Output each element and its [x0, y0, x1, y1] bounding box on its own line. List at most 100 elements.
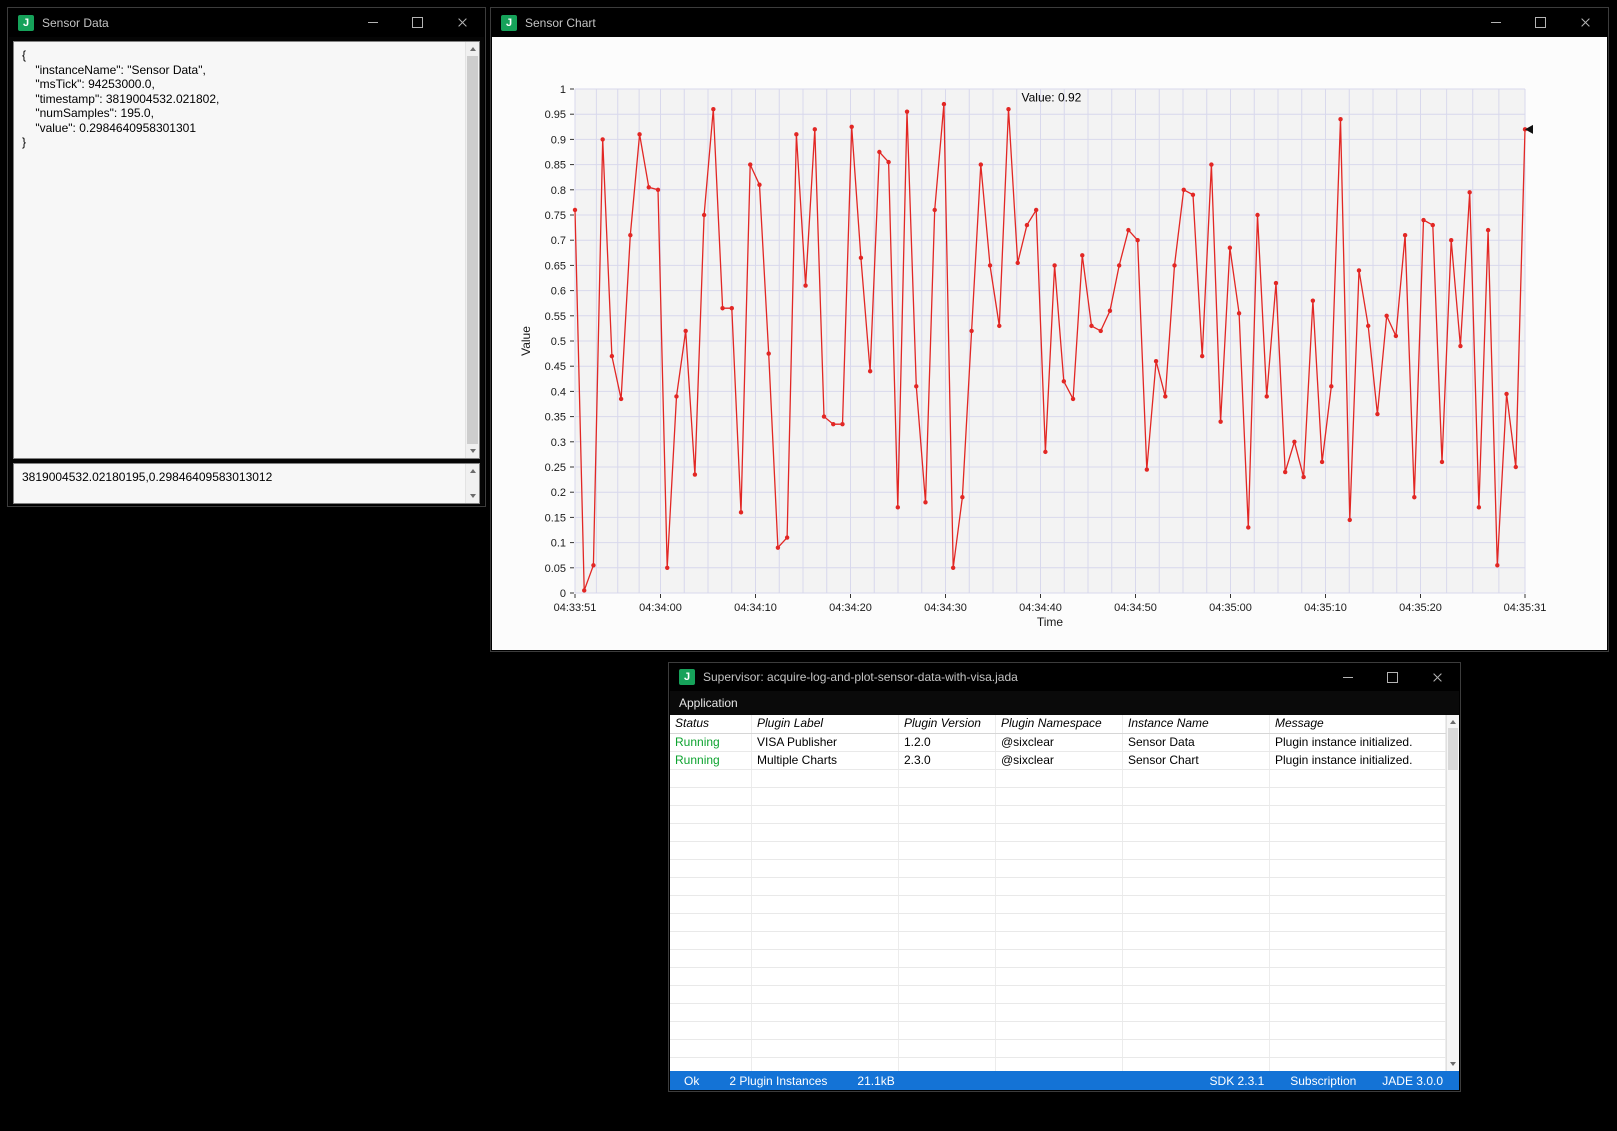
table-cell	[1123, 806, 1270, 823]
scroll-thumb[interactable]	[467, 56, 478, 444]
window-sensor-data: J Sensor Data { "instanceName": "Sensor …	[7, 7, 486, 507]
table-row[interactable]	[670, 878, 1446, 896]
column-header[interactable]: Instance Name	[1123, 715, 1270, 733]
table-cell	[1270, 950, 1446, 967]
table-cell	[996, 878, 1123, 895]
json-line: "numSamples": 195.0,	[22, 106, 460, 121]
y-tick-label: 0	[560, 588, 566, 600]
x-tick-label: 04:33:51	[554, 602, 597, 614]
table-row[interactable]	[670, 896, 1446, 914]
table-cell	[996, 806, 1123, 823]
table-row[interactable]	[670, 1040, 1446, 1058]
table-cell	[899, 1022, 996, 1039]
table-cell	[996, 986, 1123, 1003]
table-row[interactable]	[670, 860, 1446, 878]
minimize-button[interactable]	[350, 8, 395, 37]
maximize-button[interactable]	[395, 8, 440, 37]
latest-value-cursor-icon	[1525, 125, 1533, 134]
maximize-button[interactable]	[1518, 8, 1563, 37]
titlebar-sensor-data[interactable]: J Sensor Data	[8, 8, 485, 37]
minimize-icon	[1343, 677, 1353, 678]
scroll-thumb[interactable]	[1448, 728, 1458, 770]
maximize-button[interactable]	[1370, 663, 1415, 691]
table-row[interactable]	[670, 968, 1446, 986]
y-tick-label: 0.1	[551, 538, 566, 550]
app-icon-letter: J	[23, 17, 29, 29]
json-text: { "instanceName": "Sensor Data", "msTick…	[14, 42, 464, 458]
table-row[interactable]	[670, 770, 1446, 788]
scroll-up-icon[interactable]	[466, 464, 479, 478]
table-row[interactable]: RunningMultiple Charts2.3.0@sixclearSens…	[670, 752, 1446, 770]
x-tick-label: 04:35:00	[1209, 602, 1252, 614]
table-cell	[899, 1004, 996, 1021]
x-tick-label: 04:34:10	[734, 602, 777, 614]
table-cell	[996, 824, 1123, 841]
table-row[interactable]	[670, 842, 1446, 860]
status-cell	[670, 1040, 752, 1057]
table-row[interactable]	[670, 950, 1446, 968]
table-cell	[752, 824, 899, 841]
status-cell	[670, 1022, 752, 1039]
table-row[interactable]	[670, 788, 1446, 806]
table-cell	[996, 1040, 1123, 1057]
close-button[interactable]	[1415, 663, 1460, 691]
table-cell	[1123, 950, 1270, 967]
scroll-down-icon[interactable]	[466, 489, 479, 503]
supervisor-status-bar: Ok 2 Plugin Instances 21.1kB SDK 2.3.1 S…	[670, 1071, 1459, 1090]
table-cell	[752, 986, 899, 1003]
status-cell	[670, 986, 752, 1003]
table-cell	[1123, 1022, 1270, 1039]
y-tick-label: 0.5	[551, 336, 566, 348]
table-cell	[1123, 986, 1270, 1003]
column-header[interactable]: Status	[670, 715, 752, 733]
table-cell	[899, 860, 996, 877]
table-row[interactable]	[670, 932, 1446, 950]
scroll-up-icon[interactable]	[466, 42, 479, 56]
table-row[interactable]	[670, 1058, 1446, 1071]
y-tick-label: 0.7	[551, 235, 566, 247]
table-row[interactable]	[670, 824, 1446, 842]
column-header[interactable]: Plugin Version	[899, 715, 996, 733]
column-header[interactable]: Message	[1270, 715, 1446, 733]
table-scrollbar[interactable]	[1446, 715, 1459, 1071]
json-line: "msTick": 94253000.0,	[22, 77, 460, 92]
status-cell	[670, 968, 752, 985]
table-cell	[752, 878, 899, 895]
table-row[interactable]	[670, 914, 1446, 932]
window-sensor-chart: J Sensor Chart 00.050.10.150.20.250.30.3…	[490, 7, 1609, 652]
minimize-icon	[1491, 22, 1501, 23]
scroll-up-icon[interactable]	[1447, 715, 1459, 729]
table-row[interactable]	[670, 1022, 1446, 1040]
status-jade-version: JADE 3.0.0	[1382, 1074, 1443, 1088]
close-button[interactable]	[440, 8, 485, 37]
status-cell	[670, 1004, 752, 1021]
scroll-down-icon[interactable]	[1447, 1057, 1459, 1071]
jade-app-icon: J	[679, 669, 695, 685]
status-ok: Ok	[684, 1074, 699, 1088]
titlebar-supervisor[interactable]: J Supervisor: acquire-log-and-plot-senso…	[669, 663, 1460, 691]
column-header[interactable]: Plugin Label	[752, 715, 899, 733]
status-cell	[670, 788, 752, 805]
sensor-value-chart[interactable]: 00.050.10.150.20.250.30.350.40.450.50.55…	[492, 37, 1609, 652]
titlebar-sensor-chart[interactable]: J Sensor Chart	[491, 8, 1608, 37]
minimize-button[interactable]	[1325, 663, 1370, 691]
table-cell	[1270, 986, 1446, 1003]
close-button[interactable]	[1563, 8, 1608, 37]
log-view-pane[interactable]: 3819004532.02180195,0.29846409583013012	[13, 463, 480, 504]
column-header[interactable]: Plugin Namespace	[996, 715, 1123, 733]
table-row[interactable]	[670, 806, 1446, 824]
scroll-down-icon[interactable]	[466, 444, 479, 458]
table-cell	[752, 1058, 899, 1071]
status-cell	[670, 824, 752, 841]
table-cell	[996, 932, 1123, 949]
log-scrollbar[interactable]	[465, 464, 479, 503]
table-cell	[1123, 914, 1270, 931]
menu-application[interactable]: Application	[670, 691, 747, 715]
table-row[interactable]	[670, 1004, 1446, 1022]
y-tick-label: 0.2	[551, 487, 566, 499]
table-row[interactable]	[670, 986, 1446, 1004]
json-view-pane[interactable]: { "instanceName": "Sensor Data", "msTick…	[13, 41, 480, 459]
json-scrollbar[interactable]	[465, 42, 479, 458]
minimize-button[interactable]	[1473, 8, 1518, 37]
table-row[interactable]: RunningVISA Publisher1.2.0@sixclearSenso…	[670, 734, 1446, 752]
